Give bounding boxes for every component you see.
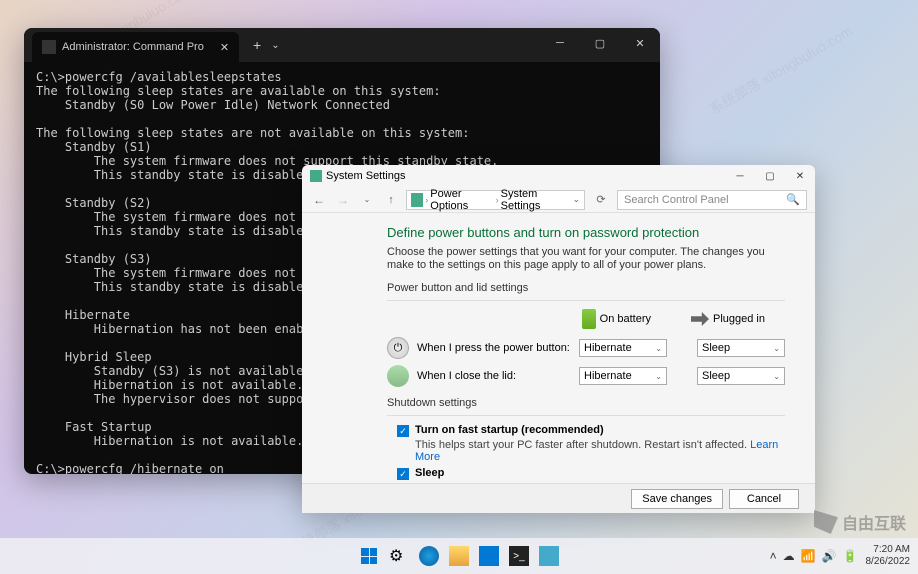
close-tab-icon[interactable]: ✕ <box>220 41 229 54</box>
battery-icon <box>582 309 596 329</box>
breadcrumb-seg2[interactable]: System Settings <box>501 188 571 212</box>
close-button[interactable]: ✕ <box>785 165 815 187</box>
nav-forward-icon[interactable]: → <box>334 191 352 209</box>
taskbar-app-icon[interactable] <box>536 543 562 569</box>
taskbar-edge-icon[interactable] <box>416 543 442 569</box>
taskbar-clock[interactable]: 7:20 AM 8/26/2022 <box>866 544 911 568</box>
tray-battery-icon[interactable]: 🔋 <box>843 549 858 563</box>
maximize-button[interactable]: ▢ <box>580 28 620 58</box>
nav-up-icon[interactable]: ↑ <box>382 191 400 209</box>
settings-titlebar: System Settings ─ ▢ ✕ <box>302 165 815 187</box>
tray-onedrive-icon[interactable]: ☁ <box>783 549 795 563</box>
sleep-checkbox[interactable]: ✓ <box>397 468 409 480</box>
on-battery-label: On battery <box>600 313 651 325</box>
maximize-button[interactable]: ▢ <box>755 165 785 187</box>
sleep-sub: Show in Power menu. <box>387 482 785 483</box>
section-shutdown-label: Shutdown settings <box>387 397 785 409</box>
minimize-button[interactable]: ─ <box>725 165 755 187</box>
tab-dropdown-icon[interactable]: ⌄ <box>271 40 279 51</box>
fast-startup-sub: This helps start your PC faster after sh… <box>387 439 785 463</box>
chevron-right-icon: › <box>425 195 428 205</box>
lid-plugged-dropdown[interactable]: Sleep⌄ <box>697 367 785 385</box>
settings-window-title: System Settings <box>326 170 405 182</box>
system-settings-window: System Settings ─ ▢ ✕ ← → ⌄ ↑ › Power Op… <box>302 165 815 513</box>
lid-close-row: When I close the lid: Hibernate⌄ Sleep⌄ <box>387 365 785 387</box>
terminal-tab-title: Administrator: Command Pro <box>62 41 204 53</box>
nav-recent-icon[interactable]: ⌄ <box>358 191 376 209</box>
chevron-right-icon: › <box>496 195 499 205</box>
lid-icon <box>387 365 409 387</box>
taskbar-settings-icon[interactable]: ⚙ <box>386 543 412 569</box>
taskbar-explorer-icon[interactable] <box>446 543 472 569</box>
plug-icon <box>691 312 709 326</box>
lid-battery-dropdown[interactable]: Hibernate⌄ <box>579 367 667 385</box>
settings-navbar: ← → ⌄ ↑ › Power Options › System Setting… <box>302 187 815 213</box>
taskbar-terminal-icon[interactable]: >_ <box>506 543 532 569</box>
search-placeholder: Search Control Panel <box>624 194 729 206</box>
terminal-tab-icon <box>42 40 56 54</box>
taskbar-center: ⚙ >_ <box>356 543 562 569</box>
brand-watermark: 自由互联 <box>814 510 906 534</box>
power-column-headers: On battery Plugged in <box>387 309 785 329</box>
breadcrumb[interactable]: › Power Options › System Settings ⌄ <box>406 190 585 210</box>
section-divider <box>387 300 785 301</box>
save-changes-button[interactable]: Save changes <box>631 489 723 509</box>
nav-back-icon[interactable]: ← <box>310 191 328 209</box>
page-heading: Define power buttons and turn on passwor… <box>387 225 785 240</box>
cancel-button[interactable]: Cancel <box>729 489 799 509</box>
plugged-in-label: Plugged in <box>713 313 765 325</box>
search-input[interactable]: Search Control Panel 🔍 <box>617 190 807 210</box>
sleep-label: Sleep <box>415 467 444 479</box>
breadcrumb-seg1[interactable]: Power Options <box>430 188 493 212</box>
settings-footer: Save changes Cancel <box>302 483 815 513</box>
power-battery-dropdown[interactable]: Hibernate⌄ <box>579 339 667 357</box>
chevron-down-icon: ⌄ <box>655 372 662 381</box>
tray-volume-icon[interactable]: 🔊 <box>822 549 837 563</box>
settings-content: Define power buttons and turn on passwor… <box>302 213 815 483</box>
bg-watermark: 系统部落 xitongbuluo.com <box>706 21 856 119</box>
lid-close-label: When I close the lid: <box>417 370 571 382</box>
terminal-titlebar: Administrator: Command Pro ✕ + ⌄ ─ ▢ ✕ <box>24 28 660 62</box>
page-description: Choose the power settings that you want … <box>387 246 785 272</box>
section-divider <box>387 415 785 416</box>
chevron-down-icon: ⌄ <box>655 344 662 353</box>
refresh-icon[interactable]: ⟳ <box>591 193 611 206</box>
chevron-down-icon[interactable]: ⌄ <box>572 194 580 205</box>
power-button-label: When I press the power button: <box>417 342 571 354</box>
breadcrumb-root-icon <box>411 193 423 207</box>
power-button-icon: ⏻ <box>387 337 409 359</box>
tray-chevron-icon[interactable]: ˄ <box>770 549 777 563</box>
watermark-logo-icon <box>814 510 838 534</box>
new-tab-button[interactable]: + <box>253 37 261 53</box>
section-power-lid-label: Power button and lid settings <box>387 282 785 294</box>
start-button[interactable] <box>356 543 382 569</box>
taskbar-store-icon[interactable] <box>476 543 502 569</box>
fast-startup-checkbox[interactable]: ✓ <box>397 425 409 437</box>
system-tray: ˄ ☁ 📶 🔊 🔋 7:20 AM 8/26/2022 <box>770 544 910 568</box>
clock-time: 7:20 AM <box>866 544 911 556</box>
fast-startup-label: Turn on fast startup (recommended) <box>415 424 604 436</box>
close-button[interactable]: ✕ <box>620 28 660 58</box>
chevron-down-icon: ⌄ <box>773 372 780 381</box>
power-button-row: ⏻ When I press the power button: Hiberna… <box>387 337 785 359</box>
terminal-tab[interactable]: Administrator: Command Pro ✕ <box>32 32 239 62</box>
tray-wifi-icon[interactable]: 📶 <box>801 549 816 563</box>
power-plugged-dropdown[interactable]: Sleep⌄ <box>697 339 785 357</box>
taskbar: ⚙ >_ ˄ ☁ 📶 🔊 🔋 7:20 AM 8/26/2022 <box>0 538 918 574</box>
minimize-button[interactable]: ─ <box>540 28 580 58</box>
search-icon: 🔍 <box>786 193 800 206</box>
settings-title-icon <box>310 170 322 182</box>
chevron-down-icon: ⌄ <box>773 344 780 353</box>
clock-date: 8/26/2022 <box>866 556 911 568</box>
